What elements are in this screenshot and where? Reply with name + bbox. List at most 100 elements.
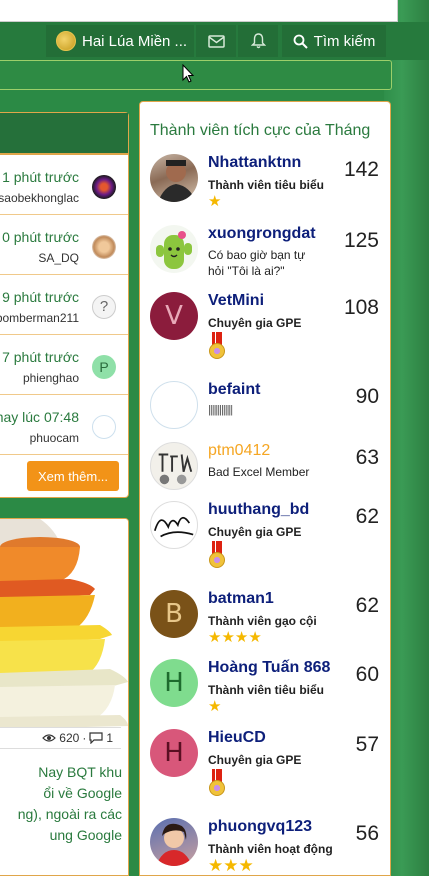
avatar[interactable]: [92, 175, 116, 199]
search-icon: [293, 34, 308, 49]
activity-user[interactable]: phienghao: [23, 371, 79, 385]
mail-icon: [207, 34, 225, 48]
avatar-photo: [156, 823, 192, 866]
member-count: 108: [343, 296, 379, 319]
user-name: Hai Lúa Miền ...: [82, 32, 188, 50]
activity-user[interactable]: phuocam: [30, 431, 79, 445]
replies-icon: [89, 732, 103, 744]
list-item[interactable]: 7 phút trước phienghao P: [0, 335, 128, 395]
member-count: 62: [355, 594, 379, 617]
inbox-button[interactable]: [196, 25, 236, 57]
excerpt-line: Nay BQT khu: [38, 764, 122, 780]
member-title: Thành viên gạo cội: [208, 614, 317, 628]
article-excerpt: Nay BQT khu ổi về Google ng), ngoài ra c…: [0, 762, 122, 846]
excerpt-line: ng), ngoài ra các: [17, 806, 122, 822]
cactus-icon: [156, 231, 192, 269]
list-item[interactable]: 0 phút trước SA_DQ: [0, 215, 128, 275]
avatar[interactable]: [92, 415, 116, 439]
activity-user[interactable]: SA_DQ: [38, 251, 79, 265]
member-name[interactable]: befaint: [208, 381, 260, 399]
user-avatar: [56, 31, 76, 51]
member-name[interactable]: xuongrongdat: [208, 225, 316, 243]
user-menu-button[interactable]: Hai Lúa Miền ...: [46, 25, 194, 57]
member-name[interactable]: batman1: [208, 590, 274, 608]
activity-time: 9 phút trước: [2, 289, 79, 305]
avatar[interactable]: [150, 225, 198, 273]
member-name[interactable]: huuthang_bd: [208, 501, 309, 519]
member-count: 60: [355, 663, 379, 686]
avatar[interactable]: V: [150, 292, 198, 340]
alerts-button[interactable]: [238, 25, 278, 57]
member-title: Thành viên hoạt động: [208, 842, 333, 856]
avatar-photo: [158, 453, 193, 485]
notice-bar: [0, 60, 392, 90]
avatar[interactable]: B: [150, 590, 198, 638]
member-name[interactable]: ptm0412: [208, 442, 270, 460]
avatar[interactable]: [150, 442, 198, 490]
top-members-panel: Thành viên tích cực của Tháng Nhattanktn…: [139, 101, 391, 876]
member-name[interactable]: VetMini: [208, 292, 264, 310]
medal-icon: [208, 541, 226, 571]
article-thumbnail: [0, 519, 128, 729]
avatar[interactable]: [150, 154, 198, 202]
star-rating: ★: [208, 193, 222, 210]
list-item[interactable]: nay lúc 07:48 phuocam: [0, 395, 128, 455]
member-name[interactable]: Nhattanktnn: [208, 154, 301, 172]
member-count: 62: [355, 505, 379, 528]
avatar-photo: [158, 160, 196, 202]
article-stats: 620 · 1: [0, 727, 121, 749]
separator: ·: [82, 731, 87, 745]
member-count: 63: [355, 446, 379, 469]
excerpt-line: ung Google: [49, 827, 122, 843]
top-content-edge: [0, 0, 398, 22]
member-title: Có bao giờ bạn tự hỏi "Tôi là ai?": [208, 248, 306, 278]
list-item[interactable]: 9 phút trước bomberman211 ?: [0, 275, 128, 335]
view-more-button[interactable]: Xem thêm...: [27, 461, 119, 491]
panel-title: Thành viên tích cực của Tháng: [150, 122, 371, 139]
member-title: Thành viên tiêu biểu: [208, 178, 325, 192]
excerpt-line: ổi về Google: [43, 785, 122, 801]
mouse-cursor-icon: [182, 64, 195, 83]
activity-user[interactable]: saobekhonglac: [0, 191, 79, 205]
star-rating: ★: [208, 698, 222, 715]
avatar[interactable]: H: [150, 729, 198, 777]
avatar[interactable]: ?: [92, 295, 116, 319]
search-label: Tìm kiếm: [313, 32, 376, 50]
avatar[interactable]: [150, 818, 198, 866]
avatar[interactable]: [92, 235, 116, 259]
signature-icon: [154, 516, 194, 538]
member-count: 142: [343, 158, 379, 181]
star-rating: ★★★★: [208, 629, 262, 646]
avatar[interactable]: [150, 381, 198, 429]
member-title: Thành viên tiêu biểu: [208, 683, 325, 697]
member-title: Chuyên gia GPE: [208, 525, 302, 539]
search-button[interactable]: Tìm kiếm: [282, 25, 386, 57]
activity-user[interactable]: bomberman211: [0, 311, 79, 325]
avatar[interactable]: P: [92, 355, 116, 379]
medal-icon: [208, 332, 226, 362]
recent-activity-header: [0, 113, 128, 155]
activity-time: 1 phút trước: [2, 169, 79, 185]
rank-bars: |||||||||||||: [208, 404, 233, 416]
avatar[interactable]: H: [150, 659, 198, 707]
member-count: 90: [355, 385, 379, 408]
recent-activity-panel: 1 phút trước saobekhonglac 0 phút trước …: [0, 112, 129, 498]
list-item[interactable]: 1 phút trước saobekhonglac: [0, 155, 128, 215]
medal-icon: [208, 769, 226, 799]
star-rating: ★★★: [208, 856, 254, 875]
member-name[interactable]: HieuCD: [208, 729, 266, 747]
bell-icon: [250, 33, 266, 49]
eye-icon: [42, 734, 57, 742]
member-title: Bad Excel Member: [208, 465, 310, 479]
member-count: 57: [355, 733, 379, 756]
member-title: Chuyên gia GPE: [208, 316, 302, 330]
avatar[interactable]: [150, 501, 198, 549]
activity-time: nay lúc 07:48: [0, 409, 79, 425]
member-name[interactable]: phuongvq123: [208, 818, 312, 836]
activity-time: 7 phút trước: [2, 349, 79, 365]
member-title: Chuyên gia GPE: [208, 753, 302, 767]
member-name[interactable]: Hoàng Tuấn 868: [208, 659, 330, 677]
view-count: 620: [59, 731, 80, 745]
activity-time: 0 phút trước: [2, 229, 79, 245]
member-count: 56: [355, 822, 379, 845]
